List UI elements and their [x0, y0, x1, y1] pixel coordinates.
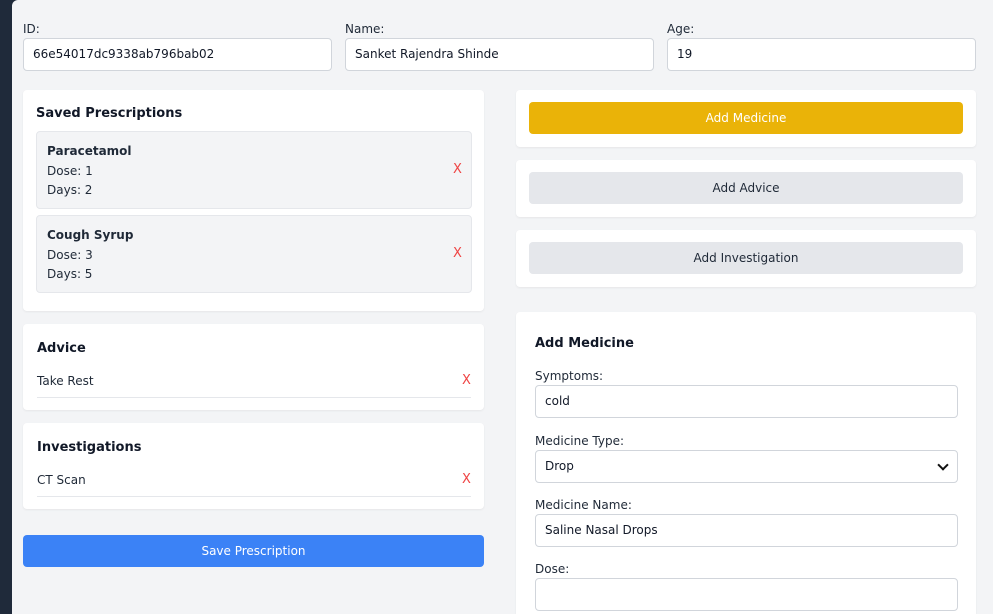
advice-text: Take Rest: [37, 374, 94, 388]
remove-prescription-button[interactable]: X: [453, 162, 462, 177]
saved-prescriptions-card: Saved Prescriptions Paracetamol Dose: 1 …: [23, 90, 484, 311]
name-label: Name:: [345, 22, 385, 36]
prescription-medicine-name: Cough Syrup: [47, 228, 134, 242]
medicine-name-input[interactable]: Saline Nasal Drops: [535, 514, 958, 547]
add-medicine-form-title: Add Medicine: [535, 336, 634, 351]
chevron-down-icon: [937, 459, 949, 471]
medicine-type-value: Drop: [545, 459, 574, 473]
age-field[interactable]: 19: [667, 38, 976, 71]
add-investigation-button[interactable]: Add Investigation: [529, 242, 963, 274]
save-prescription-button[interactable]: Save Prescription: [23, 535, 484, 567]
saved-prescriptions-title: Saved Prescriptions: [36, 106, 183, 121]
investigations-title: Investigations: [37, 440, 142, 455]
medicine-type-label: Medicine Type:: [535, 434, 625, 448]
medicine-name-label: Medicine Name:: [535, 498, 632, 512]
remove-prescription-button[interactable]: X: [453, 246, 462, 261]
advice-title: Advice: [37, 341, 86, 356]
investigation-item: CT Scan X: [37, 463, 471, 497]
dose-label: Dose:: [535, 562, 570, 576]
remove-advice-button[interactable]: X: [462, 373, 471, 388]
add-medicine-card: Add Medicine: [516, 90, 976, 147]
age-label: Age:: [667, 22, 695, 36]
id-field[interactable]: 66e54017dc9338ab796bab02: [23, 38, 332, 71]
remove-investigation-button[interactable]: X: [462, 472, 471, 487]
prescription-item: Cough Syrup Dose: 3 Days: 5 X: [36, 215, 472, 293]
prescription-days: Days: 5: [47, 267, 93, 281]
prescription-item: Paracetamol Dose: 1 Days: 2 X: [36, 131, 472, 209]
symptoms-input[interactable]: cold: [535, 385, 958, 418]
prescription-medicine-name: Paracetamol: [47, 144, 132, 158]
investigations-card: Investigations CT Scan X: [23, 423, 484, 509]
name-field[interactable]: Sanket Rajendra Shinde: [345, 38, 654, 71]
add-medicine-button[interactable]: Add Medicine: [529, 102, 963, 134]
prescription-page: ID: 66e54017dc9338ab796bab02 Name: Sanke…: [12, 0, 993, 614]
prescription-dose: Dose: 1: [47, 164, 93, 178]
investigation-text: CT Scan: [37, 473, 86, 487]
id-label: ID:: [23, 22, 40, 36]
add-advice-button[interactable]: Add Advice: [529, 172, 963, 204]
add-advice-card: Add Advice: [516, 160, 976, 217]
advice-card: Advice Take Rest X: [23, 324, 484, 410]
symptoms-label: Symptoms:: [535, 369, 604, 383]
advice-item: Take Rest X: [37, 364, 471, 398]
prescription-days: Days: 2: [47, 183, 93, 197]
prescription-dose: Dose: 3: [47, 248, 93, 262]
add-medicine-form: Add Medicine Symptoms: cold Medicine Typ…: [516, 312, 976, 614]
add-investigation-card: Add Investigation: [516, 230, 976, 287]
dose-input[interactable]: [535, 578, 958, 611]
medicine-type-select[interactable]: Drop: [535, 450, 958, 483]
